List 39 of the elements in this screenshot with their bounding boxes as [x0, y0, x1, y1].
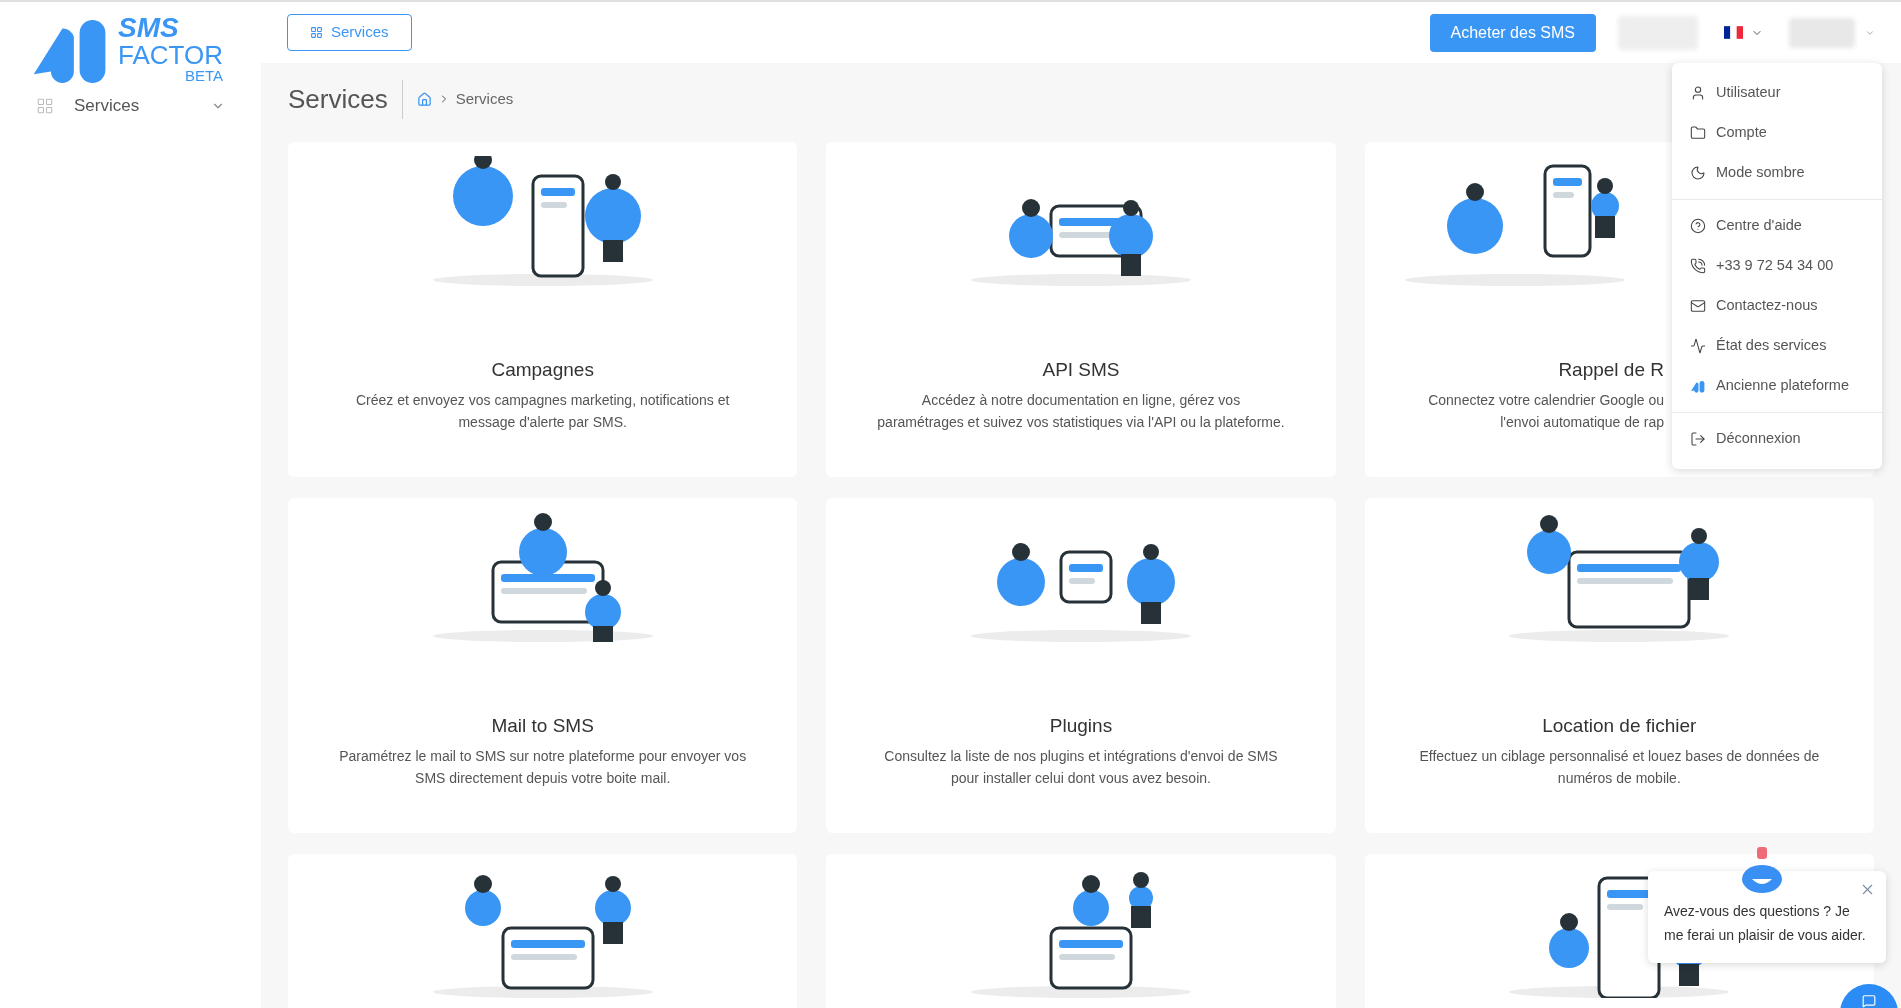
- service-card[interactable]: Plugins Consultez la liste de nos plugins et intégrations d'envoi de SMS pour installer celui dont vous avez besoin.: [826, 498, 1336, 833]
- user-icon: [1690, 85, 1706, 101]
- service-card[interactable]: Campagnes Créez et envoyez vos campagnes marketing, notifications et message d'alerte par SMS.: [288, 142, 798, 477]
- service-card[interactable]: Mail to SMS Paramétrez le mail to SMS sur notre plateforme pour envoyer vos SMS directement depuis votre boite mail.: [288, 498, 798, 833]
- language-selector[interactable]: [1724, 26, 1763, 39]
- card-title: Mail to SMS: [491, 715, 594, 736]
- beta-label: BETA: [184, 68, 223, 83]
- logo-icon: [1690, 379, 1706, 393]
- menu-item[interactable]: Utilisateur: [1672, 73, 1882, 113]
- card-description: Accédez à notre documentation en ligne, gérez vos paramétrages et suivez vos statistiques via l'API ou la plateforme.: [877, 390, 1285, 432]
- card-description: Créez et envoyez vos campagnes marketing, notifications et message d'alerte par SMS.: [355, 390, 730, 432]
- chat-message: Avez-vous des questions ? Je me ferai un plaisir de vous aider.: [1664, 902, 1867, 945]
- card-description: Effectuez un ciblage personnalisé et louez bases de données de numéros de mobile.: [1419, 746, 1820, 788]
- logo-text: SMS: [118, 14, 180, 42]
- help-icon: [1690, 218, 1706, 234]
- service-card[interactable]: Location de fichier Effectuez un ciblage personnalisé et louez bases de données de numéros de mobile.: [1364, 498, 1874, 833]
- card-description: Consultez la liste de nos plugins et intégrations d'envoi de SMS pour installer celui dont vous avez besoin.: [884, 746, 1278, 788]
- page-title: Services: [288, 79, 403, 119]
- breadcrumb-item: Services: [455, 88, 514, 109]
- card-title: Location de fichier: [1542, 715, 1697, 736]
- logo-text: FACTOR: [118, 42, 223, 68]
- grid-icon: [36, 96, 54, 115]
- pulse-icon: [1690, 338, 1706, 354]
- card-title: Plugins: [1049, 715, 1113, 736]
- card-title: API SMS: [1042, 359, 1120, 380]
- home-icon[interactable]: [416, 91, 432, 107]
- card-title: Rappel de R: [1558, 359, 1664, 380]
- logout-icon: [1690, 431, 1706, 447]
- folder-icon: [1690, 125, 1706, 141]
- moon-icon: [1690, 165, 1706, 181]
- sidebar-item[interactable]: Services: [36, 93, 225, 119]
- france-flag-icon: [1724, 26, 1743, 39]
- service-card[interactable]: API SMS Accédez à notre documentation en ligne, gérez vos paramétrages et suivez vos statistiques via l'API ou la plateforme.: [826, 142, 1336, 477]
- card-description: Paramétrez le mail to SMS sur notre plateforme pour envoyer vos SMS directement depuis votre boite mail.: [339, 746, 747, 788]
- grid-icon: [310, 26, 323, 39]
- phone-icon: [1690, 258, 1706, 274]
- card-title: Campagnes: [491, 359, 594, 380]
- mail-icon: [1690, 298, 1706, 314]
- card-description: Connectez votre calendrier Google ou l'envoi automatique de rap: [1428, 390, 1664, 432]
